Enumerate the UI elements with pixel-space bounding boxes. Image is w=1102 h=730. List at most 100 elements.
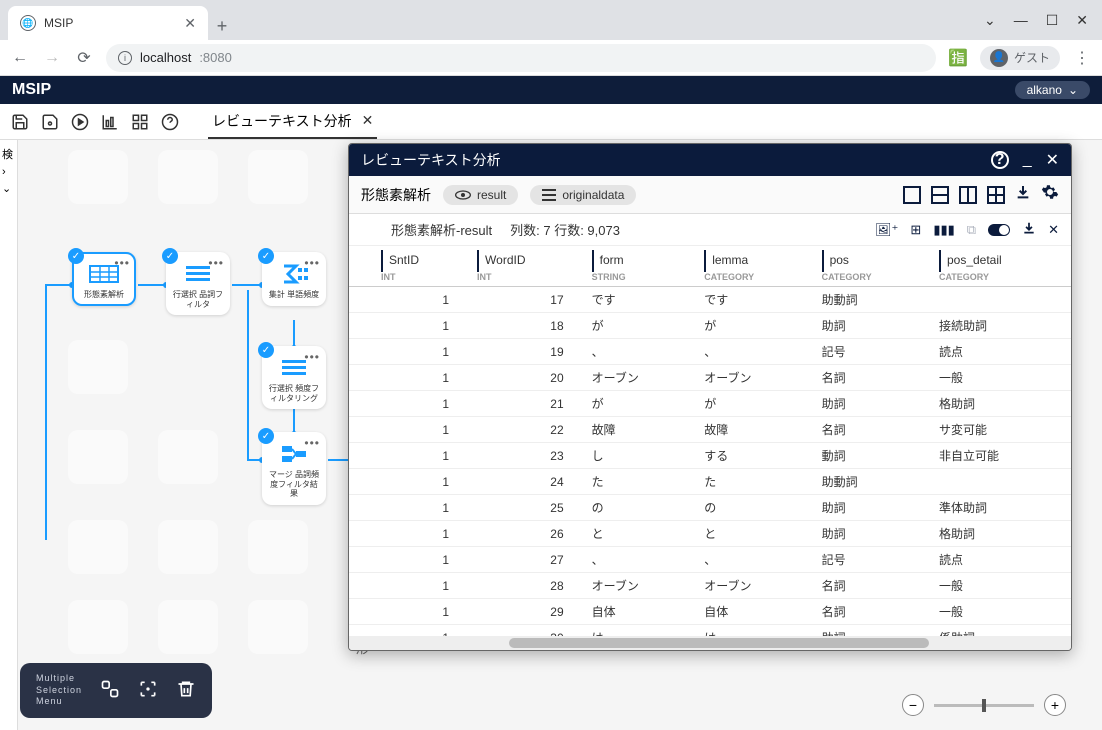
reload-button[interactable]: ⟳	[74, 48, 94, 68]
layout-cols-icon[interactable]	[959, 186, 977, 204]
node-row-filter-freq[interactable]: ✓ ••• 行選択 頻度フィルタリング	[262, 346, 326, 409]
table-row[interactable]: 117ですです助動詞	[349, 287, 1071, 313]
close-panel-icon[interactable]: ✕	[1046, 150, 1059, 170]
table-row[interactable]: 118がが助詞接続助詞	[349, 313, 1071, 339]
save-icon[interactable]	[8, 110, 32, 134]
node-menu-icon[interactable]: •••	[114, 256, 130, 270]
column-header[interactable]: WordIDINT	[469, 246, 584, 287]
help-icon[interactable]	[158, 110, 182, 134]
add-image-icon[interactable]: 🖼⁺	[875, 222, 898, 238]
delete-icon[interactable]	[176, 679, 196, 701]
chart-icon[interactable]	[98, 110, 122, 134]
node-morphological-analysis[interactable]: ✓ ••• 形態素解析	[72, 252, 136, 306]
table-row[interactable]: 128オーブンオーブン名詞一般	[349, 573, 1071, 599]
toggle-switch[interactable]	[988, 224, 1010, 236]
table-row[interactable]: 130はは助詞係助詞	[349, 625, 1071, 637]
expand-selection-icon[interactable]	[138, 679, 158, 701]
chip-originaldata[interactable]: originaldata	[530, 185, 636, 205]
columns-icon[interactable]: ▮▮▮	[933, 222, 954, 238]
column-header[interactable]: formSTRING	[584, 246, 697, 287]
ghost-node	[68, 600, 128, 654]
rail-expand[interactable]: ›	[0, 164, 17, 180]
table-row[interactable]: 122故障故障名詞サ変可能	[349, 417, 1071, 443]
cell-form: 故障	[584, 417, 697, 443]
help-icon[interactable]: ?	[991, 151, 1009, 169]
table-scroll[interactable]: SntIDINTWordIDINTformSTRINGlemmaCATEGORY…	[349, 246, 1071, 636]
column-header[interactable]: lemmaCATEGORY	[696, 246, 813, 287]
minimize-icon[interactable]: —	[1014, 12, 1028, 28]
forward-button[interactable]: →	[42, 49, 62, 67]
workspace-tab-label: レビューテキスト分析	[212, 111, 352, 131]
zoom-slider[interactable]	[934, 704, 1034, 707]
url-input[interactable]: i localhost:8080	[106, 44, 936, 72]
kebab-menu-icon[interactable]: ⋮	[1072, 48, 1092, 68]
multiple-selection-menu: Multiple Selection Menu	[20, 663, 212, 718]
layout-rows-icon[interactable]	[931, 186, 949, 204]
column-header[interactable]: posCATEGORY	[814, 246, 931, 287]
run-icon[interactable]	[68, 110, 92, 134]
column-header[interactable]: SntIDINT	[373, 246, 469, 287]
download-icon[interactable]	[1015, 184, 1031, 205]
copy-icon[interactable]: ⧉	[967, 222, 976, 238]
layout-single-icon[interactable]	[903, 186, 921, 204]
grid-icon[interactable]	[128, 110, 152, 134]
group-icon[interactable]	[100, 679, 120, 701]
zoom-out-button[interactable]: −	[902, 694, 924, 716]
table-row[interactable]: 119、、記号読点	[349, 339, 1071, 365]
minimize-panel-icon[interactable]: _	[1023, 151, 1032, 169]
table-row[interactable]: 123しする動詞非自立可能	[349, 443, 1071, 469]
table-row[interactable]: 124たた助動詞	[349, 469, 1071, 495]
table-row[interactable]: 120オーブンオーブン名詞一般	[349, 365, 1071, 391]
guest-label: ゲスト	[1014, 49, 1050, 66]
layout-grid-icon[interactable]	[987, 186, 1005, 204]
node-menu-icon[interactable]: •••	[304, 350, 320, 364]
gear-icon[interactable]	[1041, 183, 1059, 206]
add-column-icon[interactable]: ⊞	[910, 222, 921, 238]
cell-pos: 助詞	[814, 391, 931, 417]
maximize-icon[interactable]: ☐	[1046, 12, 1059, 29]
rail-collapse[interactable]: ⌄	[0, 180, 17, 197]
cell-SntID: 1	[373, 339, 469, 365]
chevron-down-icon[interactable]: ⌄	[984, 12, 996, 29]
profile-chip[interactable]: 👤 ゲスト	[980, 46, 1060, 70]
column-header[interactable]: pos_detailCATEGORY	[931, 246, 1071, 287]
site-info-icon[interactable]: i	[118, 51, 132, 65]
cell-form: は	[584, 625, 697, 637]
cell-pos_detail	[931, 287, 1071, 313]
table-row[interactable]: 125のの助詞準体助詞	[349, 495, 1071, 521]
search-stub[interactable]: 検	[0, 144, 17, 164]
workspace-tab[interactable]: レビューテキスト分析 ✕	[208, 105, 377, 139]
horizontal-scrollbar[interactable]	[349, 636, 1071, 650]
node-menu-icon[interactable]: •••	[208, 256, 224, 270]
save-as-icon[interactable]	[38, 110, 62, 134]
scrollbar-thumb[interactable]	[509, 638, 929, 648]
zoom-in-button[interactable]: +	[1044, 694, 1066, 716]
alkano-badge[interactable]: alkano ⌄	[1015, 81, 1090, 99]
node-merge-result[interactable]: ✓ ••• マージ 品詞頻度フィルタ結果	[262, 432, 326, 505]
cell-WordID: 29	[469, 599, 584, 625]
node-menu-icon[interactable]: •••	[304, 436, 320, 450]
node-menu-icon[interactable]: •••	[304, 256, 320, 270]
translate-icon[interactable]: 🈯	[948, 48, 968, 68]
cell-SntID: 1	[373, 287, 469, 313]
close-tab-icon[interactable]: ✕	[184, 15, 196, 32]
node-row-filter-pos[interactable]: ✓ ••• 行選択 品詞フィルタ	[166, 252, 230, 315]
close-table-icon[interactable]: ✕	[1048, 222, 1059, 238]
cell-pos_detail	[931, 469, 1071, 495]
download-icon[interactable]	[1022, 221, 1036, 238]
close-workspace-icon[interactable]: ✕	[362, 112, 374, 129]
browser-tab[interactable]: 🌐 MSIP ✕	[8, 6, 208, 40]
zoom-thumb[interactable]	[982, 699, 986, 712]
panel-titlebar[interactable]: レビューテキスト分析 ? _ ✕	[349, 144, 1071, 176]
node-aggregate-wordfreq[interactable]: ✓ ••• 集計 単語頻度	[262, 252, 326, 306]
main-area: 検 › ⌄	[0, 140, 1102, 730]
table-row[interactable]: 127、、記号読点	[349, 547, 1071, 573]
cell-SntID: 1	[373, 469, 469, 495]
close-window-icon[interactable]: ✕	[1076, 12, 1088, 29]
table-row[interactable]: 126とと助詞格助詞	[349, 521, 1071, 547]
new-tab-button[interactable]: +	[208, 12, 236, 40]
table-row[interactable]: 121がが助詞格助詞	[349, 391, 1071, 417]
back-button[interactable]: ←	[10, 49, 30, 67]
table-row[interactable]: 129自体自体名詞一般	[349, 599, 1071, 625]
chip-result[interactable]: result	[443, 185, 518, 205]
